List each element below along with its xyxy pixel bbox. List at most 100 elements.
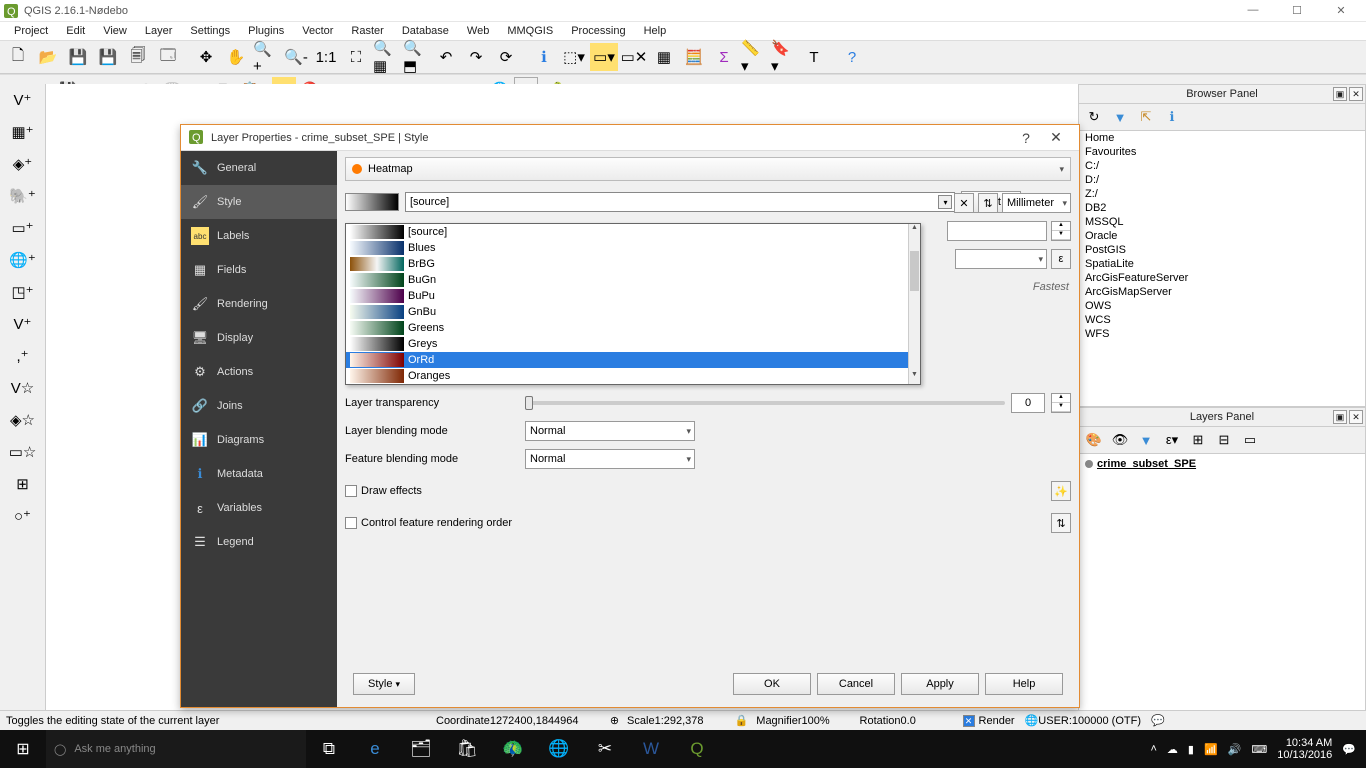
sidebar-item-joins[interactable]: 🔗Joins [181, 389, 337, 423]
add-vector-icon[interactable]: V⁺ [5, 86, 41, 114]
browser-item[interactable]: WCS [1079, 313, 1365, 327]
layer-style-icon[interactable]: 🎨 [1085, 431, 1103, 449]
panel-close-icon[interactable]: ✕ [1349, 87, 1363, 101]
menu-help[interactable]: Help [636, 24, 675, 38]
measure-icon[interactable]: 📏▾ [740, 43, 768, 71]
layer-remove-icon[interactable]: ▭ [1241, 431, 1259, 449]
menu-web[interactable]: Web [459, 24, 497, 38]
browser-item[interactable]: D:/ [1079, 173, 1365, 187]
maximize-button[interactable]: ☐ [1284, 4, 1310, 17]
attribute-table-icon[interactable]: ▦ [650, 43, 678, 71]
transparency-slider[interactable] [525, 401, 1005, 405]
ok-button[interactable]: OK [733, 673, 811, 695]
zoom-in-icon[interactable]: 🔍+ [252, 43, 280, 71]
zoom-native-icon[interactable]: 1:1 [312, 43, 340, 71]
browser-item[interactable]: PostGIS [1079, 243, 1365, 257]
browser-item[interactable]: ArcGisFeatureServer [1079, 271, 1365, 285]
chrome-icon[interactable]: 🌐 [536, 730, 582, 768]
swap-unit-button[interactable]: ⇅ [978, 193, 998, 213]
help-icon[interactable]: ? [838, 43, 866, 71]
menu-layer[interactable]: Layer [137, 24, 181, 38]
add-virtual-icon[interactable]: ⊞ [5, 470, 41, 498]
zoom-full-icon[interactable]: ⛶ [342, 43, 370, 71]
ramp-option[interactable]: Greys [346, 336, 920, 352]
composer-manager-icon[interactable]: 🗔 [154, 43, 182, 71]
identify-icon[interactable]: ℹ [530, 43, 558, 71]
extent-icon[interactable]: ⊕ [610, 714, 619, 727]
zoom-next-icon[interactable]: ↷ [462, 43, 490, 71]
sidebar-item-diagrams[interactable]: 📊Diagrams [181, 423, 337, 457]
menu-project[interactable]: Project [6, 24, 56, 38]
color-ramp-combo[interactable]: [source] ▾ [405, 192, 955, 212]
add-delimited-icon[interactable]: ,⁺ [5, 342, 41, 370]
layer-filter-icon[interactable]: ▼ [1137, 431, 1155, 449]
sidebar-item-rendering[interactable]: 🖌Rendering [181, 287, 337, 321]
pan-selection-icon[interactable]: ✋ [222, 43, 250, 71]
panel-undock-icon[interactable]: ▣ [1333, 87, 1347, 101]
collapse-icon[interactable]: ⇱ [1137, 108, 1155, 126]
ramp-option[interactable]: Greens [346, 320, 920, 336]
sidebar-item-display[interactable]: 🖥Display [181, 321, 337, 355]
render-checkbox[interactable]: ✕Render [963, 715, 1015, 727]
browser-item[interactable]: C:/ [1079, 159, 1365, 173]
menu-mmqgis[interactable]: MMQGIS [499, 24, 561, 38]
menu-processing[interactable]: Processing [563, 24, 633, 38]
minimize-button[interactable]: — [1240, 4, 1266, 17]
menu-view[interactable]: View [95, 24, 135, 38]
ramp-option[interactable]: BuGn [346, 272, 920, 288]
scale-lock-icon[interactable]: 🔒 [735, 714, 749, 727]
properties-icon[interactable]: ℹ [1163, 108, 1181, 126]
tray-battery-icon[interactable]: ▮ [1188, 743, 1194, 756]
dialog-close-icon[interactable]: ✕ [1041, 129, 1071, 146]
add-oracle-icon[interactable]: ○⁺ [5, 502, 41, 530]
new-project-icon[interactable]: 🗋 [4, 43, 32, 71]
start-button[interactable]: ⊞ [0, 730, 46, 768]
tray-input-icon[interactable]: ⌨ [1251, 743, 1267, 756]
browser-item[interactable]: Z:/ [1079, 187, 1365, 201]
apply-button[interactable]: Apply [901, 673, 979, 695]
tray-onedrive-icon[interactable]: ☁ [1167, 743, 1178, 756]
layer-item[interactable]: crime_subset_SPE [1079, 454, 1365, 474]
store-icon[interactable]: 🛍 [444, 730, 490, 768]
browser-item[interactable]: DB2 [1079, 201, 1365, 215]
coord-field[interactable]: 1272400,1844964 [490, 715, 610, 727]
task-view-icon[interactable]: ⧉ [306, 730, 352, 768]
add-raster-icon[interactable]: ▦⁺ [5, 118, 41, 146]
layer-collapse-icon[interactable]: ⊟ [1215, 431, 1233, 449]
add-wfs-icon[interactable]: V⁺ [5, 310, 41, 338]
new-print-composer-icon[interactable]: 🗐 [124, 43, 152, 71]
new-shapefile-icon[interactable]: V☆ [5, 374, 41, 402]
rot-field[interactable]: 0.0 [901, 715, 955, 727]
crs-icon[interactable]: 🌐 [1025, 714, 1039, 727]
tray-wifi-icon[interactable]: 📶 [1204, 743, 1218, 756]
menu-database[interactable]: Database [394, 24, 457, 38]
ramp-option[interactable]: [source] [346, 224, 920, 240]
new-geopackage-icon[interactable]: ▭☆ [5, 438, 41, 466]
open-project-icon[interactable]: 📂 [34, 43, 62, 71]
menu-raster[interactable]: Raster [343, 24, 391, 38]
refresh-icon[interactable]: ⟳ [492, 43, 520, 71]
layer-blend-combo[interactable]: Normal [525, 421, 695, 441]
layer-expand-icon[interactable]: ⊞ [1189, 431, 1207, 449]
browser-item[interactable]: Oracle [1079, 229, 1365, 243]
transparency-input[interactable]: 0 [1011, 393, 1045, 413]
layer-visibility-icon[interactable]: 👁 [1111, 431, 1129, 449]
browser-item[interactable]: Favourites [1079, 145, 1365, 159]
style-menu-button[interactable]: Style▾ [353, 673, 415, 695]
nbc-icon[interactable]: 🦚 [490, 730, 536, 768]
sidebar-item-variables[interactable]: εVariables [181, 491, 337, 525]
panel-close-icon[interactable]: ✕ [1349, 410, 1363, 424]
deselect-icon[interactable]: ▭✕ [620, 43, 648, 71]
tray-chevron-icon[interactable]: ˄ [1150, 743, 1156, 755]
tray-clock[interactable]: 10:34 AM 10/13/2016 [1277, 737, 1332, 761]
select-rect-icon[interactable]: ⬚▾ [560, 43, 588, 71]
word-icon[interactable]: W [628, 730, 674, 768]
add-mssql-icon[interactable]: ▭⁺ [5, 214, 41, 242]
browser-item[interactable]: ArcGisMapServer [1079, 285, 1365, 299]
add-wms-icon[interactable]: 🌐⁺ [5, 246, 41, 274]
help-button[interactable]: Help [985, 673, 1063, 695]
zoom-layer-icon[interactable]: 🔍⬒ [402, 43, 430, 71]
refresh-icon[interactable]: ↻ [1085, 108, 1103, 126]
layer-expr-icon[interactable]: ε▾ [1163, 431, 1181, 449]
sidebar-item-general[interactable]: 🔧General [181, 151, 337, 185]
